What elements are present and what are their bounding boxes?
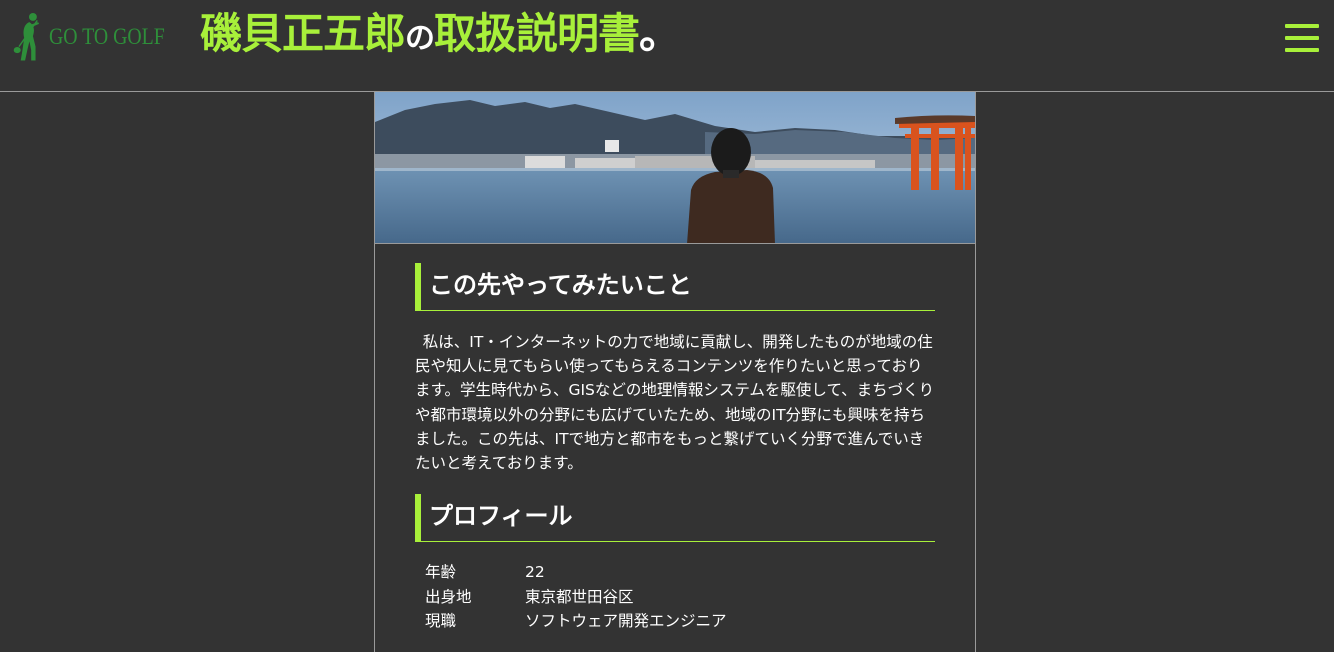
logo-text: GO TO GOLF (49, 24, 166, 49)
profile-value: 東京都世田谷区 (525, 587, 634, 606)
profile-row: 現職 ソフトウェア開発エンジニア (425, 609, 925, 634)
main-content: この先やってみたいこと 私は、IT・インターネットの力で地域に貢献し、開発したも… (374, 92, 976, 652)
menu-bar (1285, 24, 1319, 28)
hero-photo (375, 92, 975, 243)
section-heading-profile: プロフィール (415, 494, 935, 542)
site-title[interactable]: 磯貝正五郎の取扱説明書。 (200, 8, 681, 60)
title-particle: の (405, 21, 435, 56)
profile-value: ソフトウェア開発エンジニア (525, 612, 727, 630)
title-name: 磯貝正五郎 (200, 9, 406, 58)
profile-key: 年齢 (425, 563, 457, 581)
profile-value: 22 (525, 563, 545, 581)
title-end: 。 (639, 9, 681, 58)
profile-key: 現職 (425, 612, 457, 630)
menu-bar (1285, 48, 1319, 52)
profile-table: 年齢 22 出身地 東京都世田谷区 現職 ソフトウェア開発エンジニア (425, 560, 925, 634)
site-header: GO TO GOLF 磯貝正五郎の取扱説明書。 (0, 0, 1334, 92)
future-paragraph: 私は、IT・インターネットの力で地域に貢献し、開発したものが地域の住民や知人に見… (415, 333, 935, 473)
menu-bar (1285, 36, 1319, 40)
site-logo[interactable]: GO TO GOLF (12, 6, 184, 68)
profile-key: 出身地 (425, 587, 472, 606)
hamburger-menu-icon[interactable] (1285, 24, 1319, 52)
section-heading-future: この先やってみたいこと (415, 263, 935, 311)
profile-row: 年齢 22 (425, 560, 925, 585)
profile-row: 出身地 東京都世田谷区 (425, 585, 925, 610)
title-rest: 取扱説明書 (434, 9, 640, 58)
hero-image (375, 92, 975, 244)
golfer-icon (13, 13, 40, 61)
